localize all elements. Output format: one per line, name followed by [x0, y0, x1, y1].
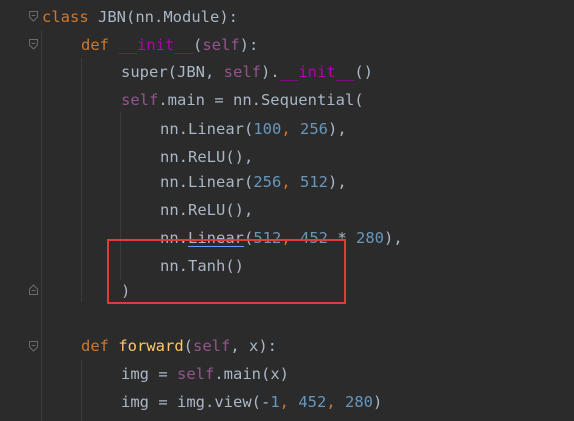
- code-token: img =: [121, 365, 177, 383]
- code-token: img = img.view(-: [121, 393, 271, 411]
- code-token: (): [354, 63, 373, 81]
- code-token: (: [192, 36, 203, 54]
- code-token: self: [177, 365, 215, 383]
- code-token: nn.Linear(: [160, 173, 254, 191]
- highlight-box: [107, 239, 346, 304]
- code-token: ): [373, 393, 383, 411]
- code-line[interactable]: img = img.view(-1, 452, 280): [121, 392, 382, 412]
- code-token: nn.ReLU(),: [160, 201, 254, 219]
- code-token: nn.Linear(: [160, 120, 254, 138]
- code-token: 1: [270, 393, 280, 411]
- code-line[interactable]: nn.Linear(256, 512),: [160, 172, 347, 192]
- code-token: .main = nn.Sequential(: [158, 91, 364, 109]
- code-line[interactable]: class JBN(nn.Module):: [42, 7, 238, 27]
- code-token: def: [81, 337, 119, 355]
- code-token: 280: [345, 393, 373, 411]
- code-token: 512: [300, 173, 328, 191]
- code-token: 100: [253, 120, 282, 138]
- code-token: ),: [328, 173, 347, 191]
- code-editor[interactable]: class JBN(nn.Module): def __init__(self):…: [0, 0, 574, 421]
- code-line[interactable]: def __init__(self):: [81, 35, 258, 55]
- code-token: (JBN,: [167, 63, 224, 81]
- code-token: 452: [298, 393, 327, 411]
- code-token: self: [121, 91, 159, 109]
- code-area[interactable]: class JBN(nn.Module): def __init__(self):…: [0, 0, 574, 421]
- code-line[interactable]: super(JBN, self).__init__(): [121, 62, 373, 82]
- code-token: , x):: [230, 337, 277, 355]
- code-token: ).: [261, 63, 280, 81]
- code-token: ),: [384, 229, 403, 247]
- code-token: def: [81, 36, 119, 54]
- code-token: .main(x): [214, 365, 289, 383]
- code-token: ,: [326, 393, 345, 411]
- code-token: forward: [118, 337, 184, 355]
- code-token: __init__: [279, 63, 355, 81]
- code-token: 256: [253, 173, 282, 191]
- code-token: (: [183, 337, 193, 355]
- code-token: self: [223, 63, 261, 81]
- code-line[interactable]: img = self.main(x): [121, 364, 289, 384]
- code-token: class: [42, 8, 98, 26]
- code-line[interactable]: def forward(self, x):: [81, 336, 277, 356]
- code-token: self: [193, 337, 231, 355]
- code-line[interactable]: nn.ReLU(),: [160, 147, 253, 167]
- code-token: 280: [356, 229, 385, 247]
- code-line[interactable]: nn.Linear(100, 256),: [160, 119, 347, 139]
- code-token: JBN(nn.Module):: [98, 8, 238, 26]
- code-line[interactable]: nn.ReLU(),: [160, 200, 253, 220]
- code-token: ),: [328, 120, 347, 138]
- code-token: 256: [300, 120, 328, 138]
- code-token: ,: [279, 393, 299, 411]
- code-token: self: [202, 36, 240, 54]
- code-token: __init__: [118, 36, 193, 54]
- code-line[interactable]: self.main = nn.Sequential(: [121, 90, 364, 110]
- code-token: super: [121, 63, 168, 81]
- code-token: ,: [281, 173, 300, 191]
- code-token: nn.ReLU(),: [160, 148, 254, 166]
- code-token: ):: [239, 36, 259, 54]
- code-token: ,: [281, 120, 300, 138]
